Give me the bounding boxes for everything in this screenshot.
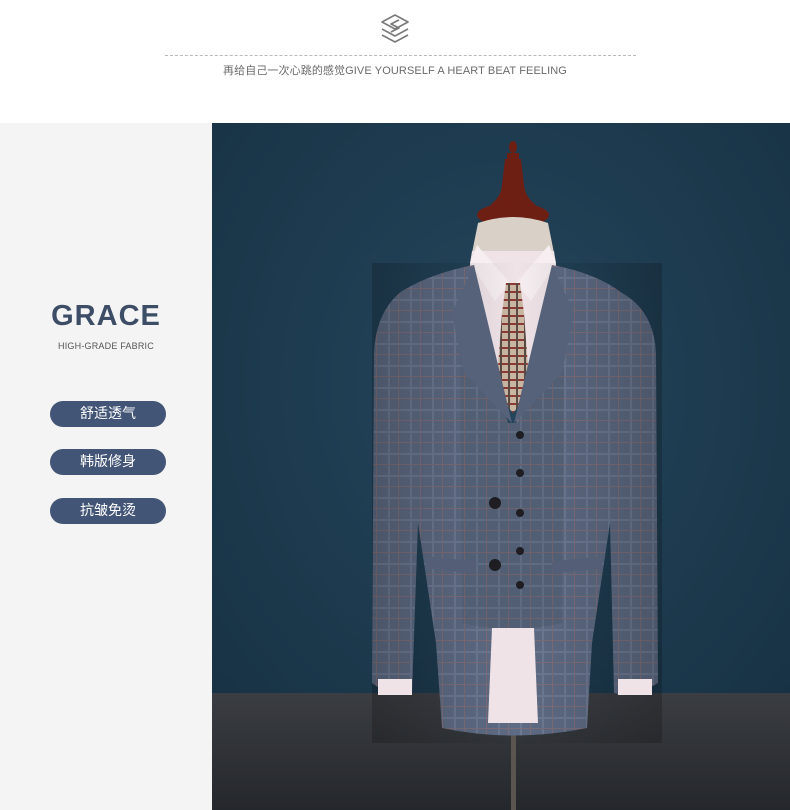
feature-subtitle: HIGH-GRADE FABRIC [58,341,154,351]
tag-slim-fit: 韩版修身 [50,449,166,475]
stacked-s-logo-icon [381,14,409,43]
tag-wrinkle-free: 抗皱免烫 [50,498,166,524]
feature-title: GRACE [51,300,161,332]
tag-breathable: 舒适透气 [50,401,166,427]
header-tagline: 再给自己一次心跳的感觉GIVE YOURSELF A HEART BEAT FE… [223,65,567,77]
suit-product-photo [212,123,790,810]
header-divider [165,55,636,56]
